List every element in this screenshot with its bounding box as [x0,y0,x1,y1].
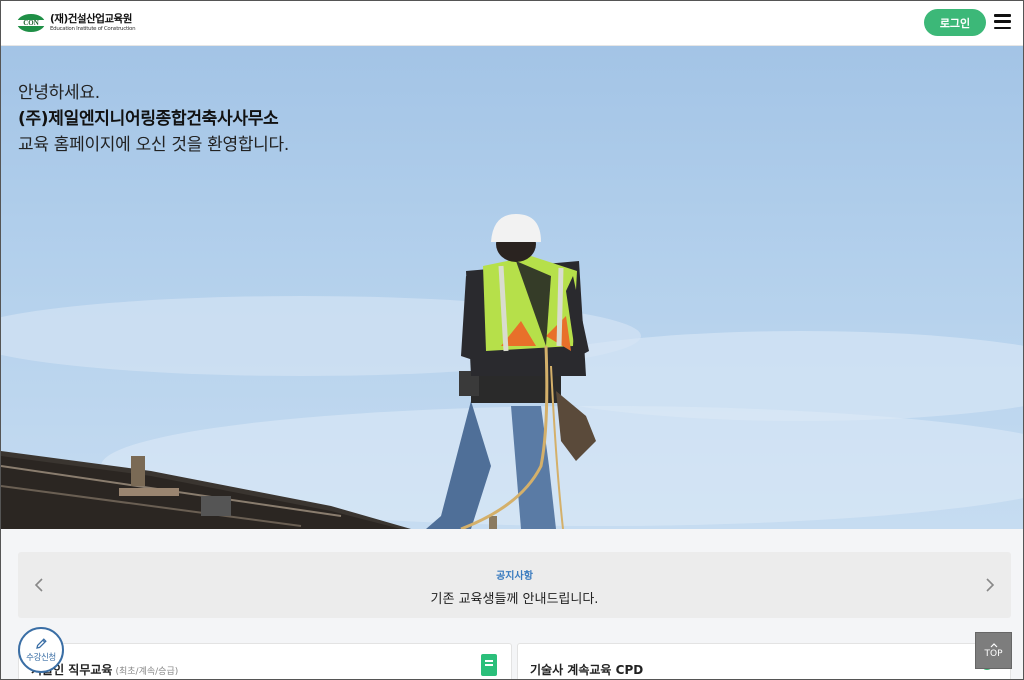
site-logo[interactable]: CON (재)건설산업교육원 Education Institute of Co… [17,10,136,36]
pencil-icon [35,638,47,649]
scroll-top-button[interactable]: TOP [975,632,1012,669]
course-card-title: 기술사 계속교육 CPD [530,661,643,678]
notice-text[interactable]: 기존 교육생들께 안내드립니다. [18,588,1011,607]
course-card-subtitle: (최초/계속/승급) [115,667,179,677]
logo-mark-icon: CON [17,13,45,33]
chevron-up-icon [990,643,997,648]
hero-welcome-text: 교육 홈페이지에 오신 것을 환영합니다. [18,135,289,155]
logo-subtitle: Education Institute of Construction [50,26,136,32]
chevron-right-icon[interactable] [981,574,999,596]
course-card-job-training[interactable]: 기술인 직무교육 (최초/계속/승급) [18,643,512,679]
logo-mark-text: CON [23,19,39,27]
hero-greeting: 안녕하세요. [18,83,100,103]
site-header: CON (재)건설산업교육원 Education Institute of Co… [1,1,1023,46]
course-apply-button[interactable]: 수강신청 [18,627,64,673]
notice-slider: 공지사항 기존 교육생들께 안내드립니다. [18,552,1011,618]
logo-text: (재)건설산업교육원 Education Institute of Constr… [50,13,136,33]
page-frame: CON (재)건설산업교육원 Education Institute of Co… [0,0,1024,680]
login-button[interactable]: 로그인 [924,9,986,36]
course-apply-label: 수강신청 [26,653,56,663]
hero-company-name: (주)제일엔지니어링종합건축사사무소 [18,109,279,129]
course-card-title-text: 기술사 계속교육 CPD [530,663,644,677]
hamburger-menu-icon[interactable] [994,14,1011,29]
scroll-top-label: TOP [984,649,1003,659]
book-icon [481,654,497,676]
notice-label: 공지사항 [496,571,533,582]
hero-banner: 안녕하세요. (주)제일엔지니어링종합건축사사무소 교육 홈페이지에 오신 것을… [1,46,1023,529]
course-card-cpd[interactable]: 기술사 계속교육 CPD [517,643,1011,679]
logo-title: (재)건설산업교육원 [50,13,132,25]
